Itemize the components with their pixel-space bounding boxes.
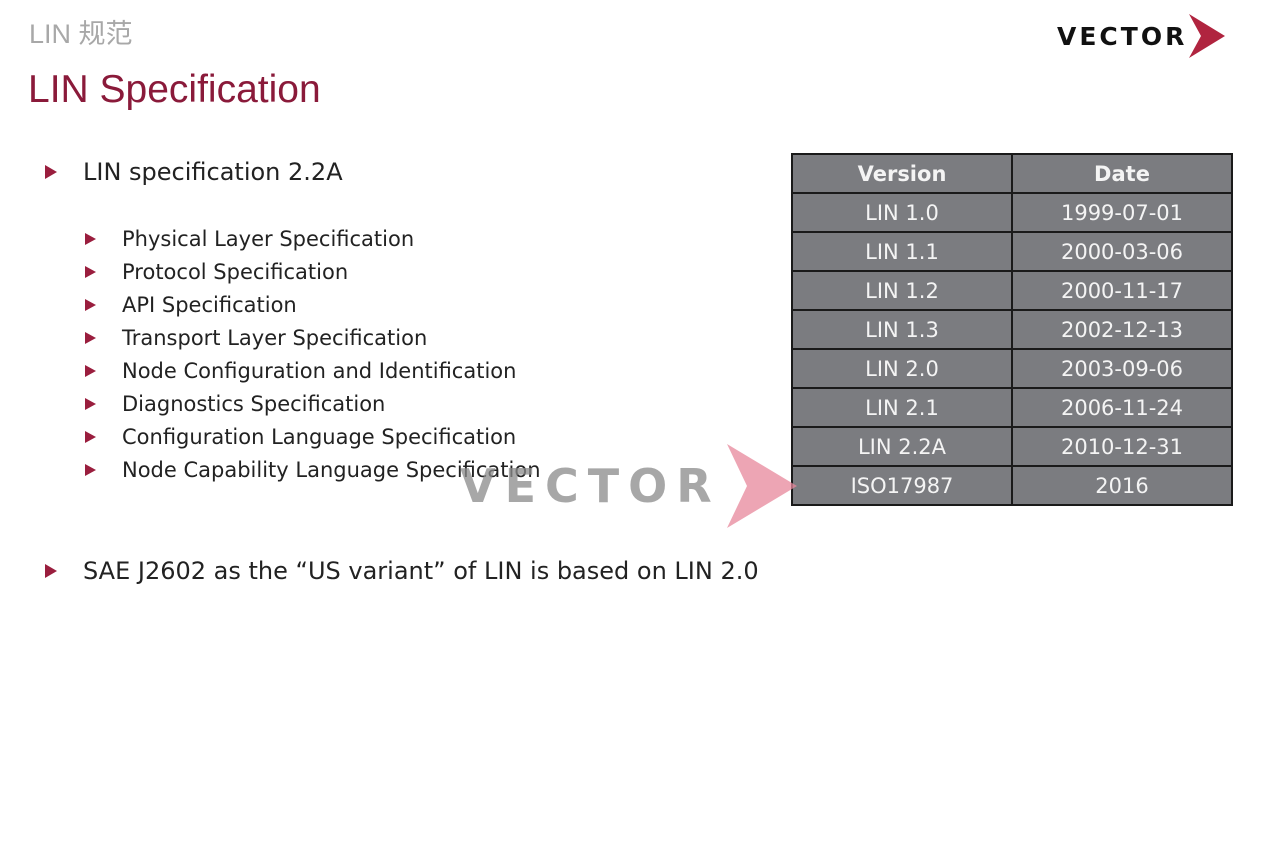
header-date: Date xyxy=(1011,153,1233,194)
date-cell: 2002-12-13 xyxy=(1011,309,1233,350)
vector-logo: VECTOR xyxy=(1057,14,1227,58)
table-row: ISO17987 2016 xyxy=(791,465,1233,506)
sub-bullet-text: Node Configuration and Identification xyxy=(122,359,517,383)
version-cell: LIN 1.1 xyxy=(791,231,1013,272)
bullet-icon xyxy=(85,464,96,476)
slide-subtitle: LIN 规范 xyxy=(29,19,133,49)
sub-bullet-item: Transport Layer Specification xyxy=(85,326,427,350)
version-cell: LIN 1.3 xyxy=(791,309,1013,350)
date-cell: 2000-03-06 xyxy=(1011,231,1233,272)
table-row: LIN 2.0 2003-09-06 xyxy=(791,348,1233,389)
header-version: Version xyxy=(791,153,1013,194)
bullet-icon xyxy=(85,332,96,344)
date-cell: 2003-09-06 xyxy=(1011,348,1233,389)
sub-bullet-item: Diagnostics Specification xyxy=(85,392,385,416)
date-cell: 2000-11-17 xyxy=(1011,270,1233,311)
sub-bullet-text: Transport Layer Specification xyxy=(122,326,428,350)
version-cell: LIN 2.2A xyxy=(791,426,1013,467)
vector-watermark: VECTOR xyxy=(460,444,801,528)
bullet-text: SAE J2602 as the “US variant” of LIN is … xyxy=(83,557,759,585)
date-cell: 2006-11-24 xyxy=(1011,387,1233,428)
bullet-main-1: LIN specification 2.2A xyxy=(45,158,343,186)
version-cell: LIN 2.0 xyxy=(791,348,1013,389)
table-row: LIN 1.2 2000-11-17 xyxy=(791,270,1233,311)
bullet-main-2: SAE J2602 as the “US variant” of LIN is … xyxy=(45,557,759,585)
bullet-icon xyxy=(85,299,96,311)
chevron-logo-icon xyxy=(1189,14,1226,58)
sub-bullet-item: Physical Layer Specification xyxy=(85,227,414,251)
table-row: LIN 1.1 2000-03-06 xyxy=(791,231,1233,272)
sub-bullet-text: Physical Layer Specification xyxy=(122,227,415,251)
date-cell: 1999-07-01 xyxy=(1011,192,1233,233)
logo-text: VECTOR xyxy=(1057,21,1188,51)
bullet-icon xyxy=(45,165,57,179)
sub-bullet-item: Configuration Language Specification xyxy=(85,425,516,449)
sub-bullet-item: API Specification xyxy=(85,293,297,317)
version-table: Version Date LIN 1.0 1999-07-01 LIN 1.1 200… xyxy=(791,153,1233,506)
bullet-icon xyxy=(85,431,96,443)
bullet-text: LIN specification 2.2A xyxy=(83,158,343,186)
table-row: LIN 2.2A 2010-12-31 xyxy=(791,426,1233,467)
chevron-watermark-icon xyxy=(726,444,797,528)
slide-title: LIN Specification xyxy=(28,68,321,111)
table-row: LIN 1.0 1999-07-01 xyxy=(791,192,1233,233)
table-row: LIN 2.1 2006-11-24 xyxy=(791,387,1233,428)
sub-bullet-text: Configuration Language Specification xyxy=(122,425,517,449)
sub-bullet-item: Protocol Specification xyxy=(85,260,348,284)
version-cell: LIN 1.0 xyxy=(791,192,1013,233)
version-cell: ISO17987 xyxy=(791,465,1013,506)
bullet-icon xyxy=(45,564,57,578)
watermark-text: VECTOR xyxy=(460,459,721,513)
sub-bullet-text: Diagnostics Specification xyxy=(122,392,386,416)
bullet-icon xyxy=(85,365,96,377)
table-row: LIN 1.3 2002-12-13 xyxy=(791,309,1233,350)
sub-bullet-text: API Specification xyxy=(122,293,297,317)
bullet-icon xyxy=(85,398,96,410)
date-cell: 2016 xyxy=(1011,465,1233,506)
bullet-icon xyxy=(85,266,96,278)
sub-bullet-text: Protocol Specification xyxy=(122,260,349,284)
date-cell: 2010-12-31 xyxy=(1011,426,1233,467)
bullet-icon xyxy=(85,233,96,245)
version-cell: LIN 1.2 xyxy=(791,270,1013,311)
sub-bullet-item: Node Configuration and Identification xyxy=(85,359,516,383)
version-cell: LIN 2.1 xyxy=(791,387,1013,428)
